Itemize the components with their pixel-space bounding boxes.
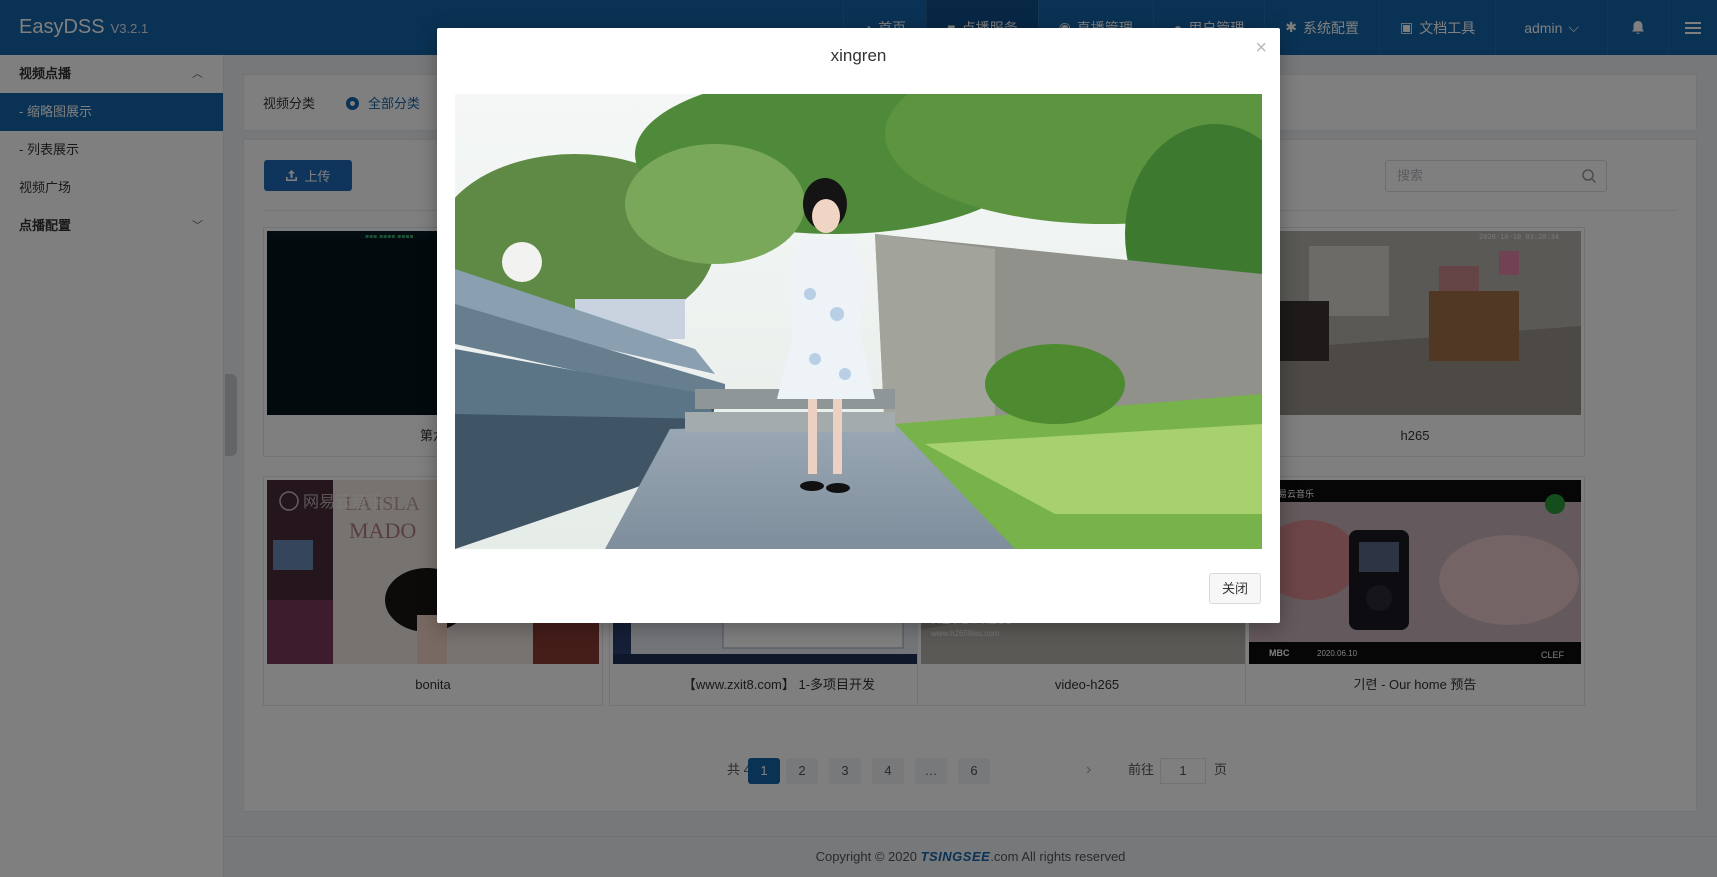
video-preview-image[interactable] bbox=[455, 94, 1262, 549]
close-button[interactable]: 关闭 bbox=[1209, 573, 1261, 604]
dialog-title: xingren bbox=[830, 46, 887, 65]
close-icon[interactable]: × bbox=[1255, 37, 1267, 60]
video-preview-dialog: xingren × 关闭 bbox=[437, 28, 1280, 623]
